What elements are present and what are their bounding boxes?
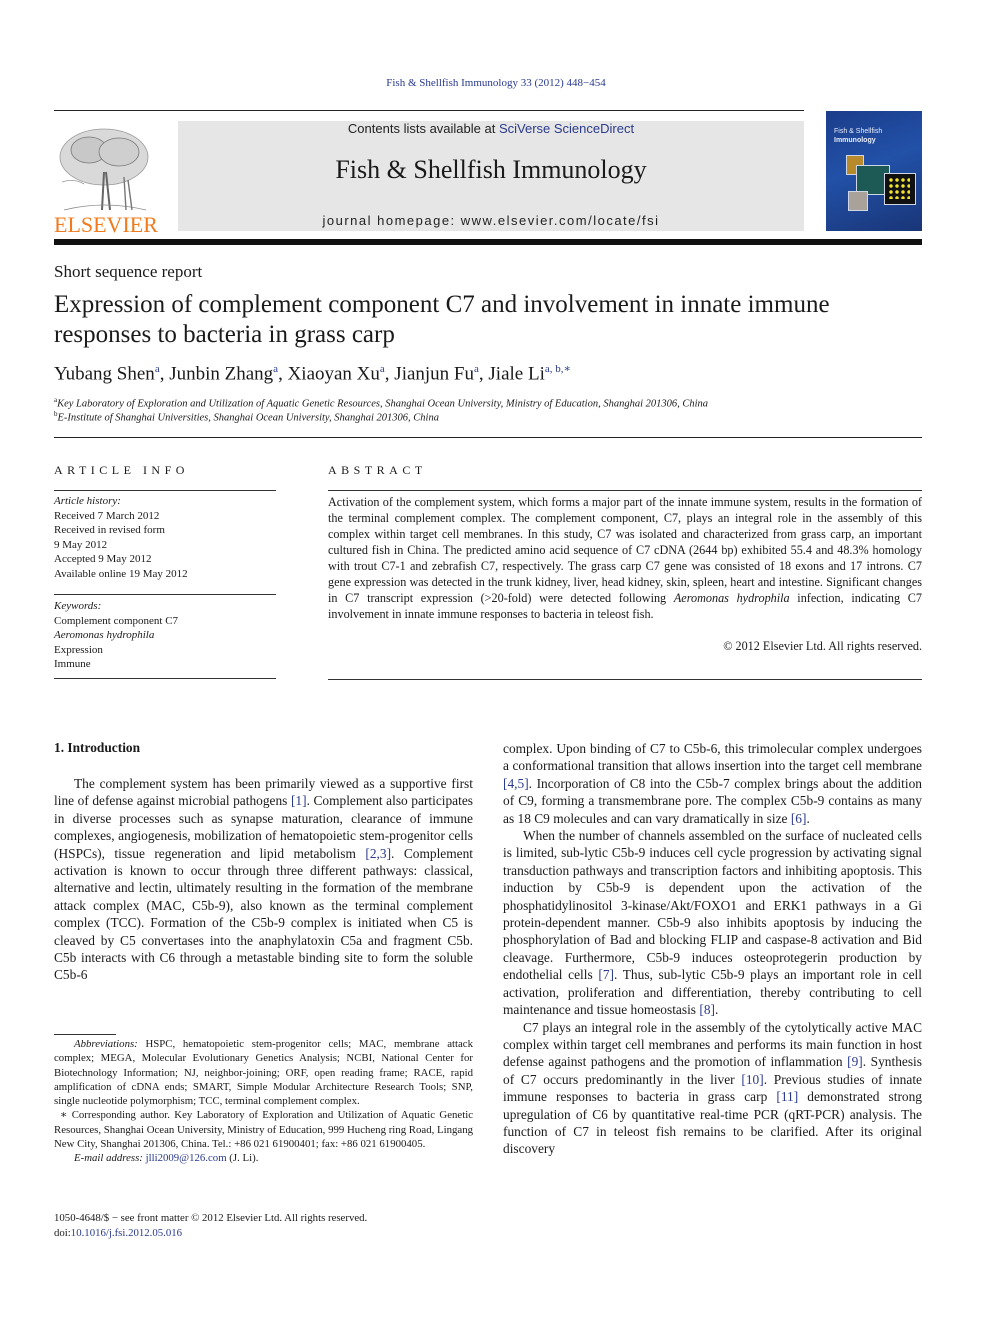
cover-panel-3-dots xyxy=(888,177,910,199)
paragraph-text: . xyxy=(806,810,810,826)
footnote-rule xyxy=(54,1034,116,1035)
intro-left-column: The complement system has been primarily… xyxy=(54,775,473,984)
keyword: Immune xyxy=(54,658,91,670)
corresponding-author-footnote: ∗ Corresponding author. Key Laboratory o… xyxy=(54,1109,473,1151)
intro-paragraph: The complement system has been primarily… xyxy=(54,775,473,984)
history-item: Accepted 9 May 2012 xyxy=(54,553,152,565)
divider xyxy=(54,490,276,491)
abstract-heading: ABSTRACT xyxy=(328,463,427,477)
paragraph-text: complex. Upon binding of C7 to C5b-6, th… xyxy=(503,741,922,774)
journal-homepage-link[interactable]: journal homepage: www.elsevier.com/locat… xyxy=(178,213,804,228)
affiliation-a: aKey Laboratory of Exploration and Utili… xyxy=(54,396,708,410)
abbreviations-label: Abbreviations: xyxy=(74,1038,138,1050)
sciencedirect-link[interactable]: SciVerse ScienceDirect xyxy=(499,121,634,136)
email-footnote: E-mail address: jlli2009@126.com (J. Li)… xyxy=(54,1151,473,1165)
article-title: Expression of complement component C7 an… xyxy=(54,291,830,348)
citation-link[interactable]: [6] xyxy=(791,811,807,826)
keywords-label: Keywords: xyxy=(54,600,102,612)
keyword: Aeromonas hydrophila xyxy=(54,629,155,641)
doi-line: doi:10.1016/j.fsi.2012.05.016 xyxy=(54,1226,367,1241)
intro-paragraph: When the number of channels assembled on… xyxy=(503,827,922,1018)
author-affil-mark[interactable]: a xyxy=(273,363,278,375)
keyword: Complement component C7 xyxy=(54,614,179,627)
email-link[interactable]: jlli2009@126.com xyxy=(146,1152,227,1164)
affiliation-text: Key Laboratory of Exploration and Utiliz… xyxy=(57,398,709,410)
header-rule xyxy=(54,110,804,111)
author-affil-mark[interactable]: a xyxy=(380,363,385,375)
doi-link[interactable]: 10.1016/j.fsi.2012.05.016 xyxy=(71,1227,182,1239)
cover-title-line1: Fish & Shellfish xyxy=(834,128,883,135)
author[interactable]: Yubang Shen xyxy=(54,363,155,384)
cover-title-line2: Immunology xyxy=(834,137,876,144)
divider xyxy=(54,594,276,595)
article-type: Short sequence report xyxy=(54,262,203,281)
abbreviations-footnote: Abbreviations: HSPC, hematopoietic stem-… xyxy=(54,1037,473,1108)
author[interactable]: Jiale Li xyxy=(488,363,544,384)
citation-link[interactable]: [2,3] xyxy=(365,846,391,861)
divider xyxy=(328,679,922,680)
citation-link[interactable]: [10] xyxy=(741,1072,763,1087)
citation-link[interactable]: [8] xyxy=(699,1002,715,1017)
divider xyxy=(54,437,922,438)
intro-right-column: complex. Upon binding of C7 to C5b-6, th… xyxy=(503,740,922,1158)
keyword: Expression xyxy=(54,643,103,656)
intro-paragraph: complex. Upon binding of C7 to C5b-6, th… xyxy=(503,740,922,827)
journal-masthead: Contents lists available at SciVerse Sci… xyxy=(178,121,804,231)
divider xyxy=(54,678,276,679)
abstract-body: Activation of the complement system, whi… xyxy=(328,495,922,605)
citation-link[interactable]: [4,5] xyxy=(503,776,529,791)
abstract-copyright: © 2012 Elsevier Ltd. All rights reserved… xyxy=(723,639,922,653)
affiliation-b: bE-Institute of Shanghai Universities, S… xyxy=(54,410,439,424)
citation-link[interactable]: [7] xyxy=(598,967,614,982)
citation-link[interactable]: [11] xyxy=(776,1089,798,1104)
contents-prefix: Contents lists available at xyxy=(347,121,499,136)
intro-paragraph: C7 plays an integral role in the assembl… xyxy=(503,1019,922,1158)
citation-link[interactable]: [1] xyxy=(291,793,307,808)
section-heading-introduction: 1. Introduction xyxy=(54,740,141,755)
divider xyxy=(328,490,922,491)
paragraph-text: . xyxy=(714,1002,719,1018)
abstract-text: Activation of the complement system, whi… xyxy=(328,494,922,622)
paragraph-text: When the number of channels assembled on… xyxy=(503,828,922,983)
author-affil-mark[interactable]: a xyxy=(474,363,479,375)
paragraph-text: . Complement activation is known to occu… xyxy=(54,845,474,983)
email-suffix: (J. Li). xyxy=(226,1152,259,1165)
elsevier-wordmark: ELSEVIER xyxy=(54,212,158,237)
issn-line: 1050-4648/$ − see front matter © 2012 El… xyxy=(54,1212,368,1224)
email-label: E-mail address: xyxy=(74,1152,143,1165)
article-history-label: Article history: xyxy=(54,495,121,507)
author[interactable]: Xiaoyan Xu xyxy=(288,363,380,384)
bottom-meta: 1050-4648/$ − see front matter © 2012 El… xyxy=(54,1211,367,1241)
abstract-species: Aeromonas hydrophila xyxy=(673,591,790,605)
cover-title: Fish & Shellfish Immunology xyxy=(834,127,882,145)
author-affil-mark[interactable]: a xyxy=(155,363,160,375)
history-item: Available online 19 May 2012 xyxy=(54,567,188,580)
author-list: Yubang Shena, Junbin Zhanga, Xiaoyan Xua… xyxy=(54,363,571,385)
author[interactable]: Jianjun Fu xyxy=(394,363,474,384)
history-item: 9 May 2012 xyxy=(54,538,108,551)
citation-link[interactable]: [9] xyxy=(847,1054,863,1069)
paragraph-text: . Incorporation of C8 into the C5b-7 com… xyxy=(503,775,922,826)
masthead-thick-rule xyxy=(54,239,922,245)
author[interactable]: Junbin Zhang xyxy=(169,363,273,384)
journal-cover-image: Fish & Shellfish Immunology xyxy=(826,111,922,231)
article-history: Article history: Received 7 March 2012 R… xyxy=(54,494,276,581)
running-head[interactable]: Fish & Shellfish Immunology 33 (2012) 44… xyxy=(0,77,992,89)
history-item: Received 7 March 2012 xyxy=(54,509,160,522)
keywords: Keywords: Complement component C7 Aeromo… xyxy=(54,599,276,672)
article-info-heading: ARTICLE INFO xyxy=(54,463,189,477)
cover-panel-4 xyxy=(848,191,868,211)
doi-prefix: doi: xyxy=(54,1227,71,1239)
history-item: Received in revised form xyxy=(54,524,165,536)
author-affil-mark[interactable]: a, b,∗ xyxy=(545,363,571,375)
contents-line: Contents lists available at SciVerse Sci… xyxy=(178,121,804,136)
affiliation-text: E-Institute of Shanghai Universities, Sh… xyxy=(57,412,439,424)
journal-title: Fish & Shellfish Immunology xyxy=(335,155,647,184)
footnotes: Abbreviations: HSPC, hematopoietic stem-… xyxy=(54,1037,473,1166)
